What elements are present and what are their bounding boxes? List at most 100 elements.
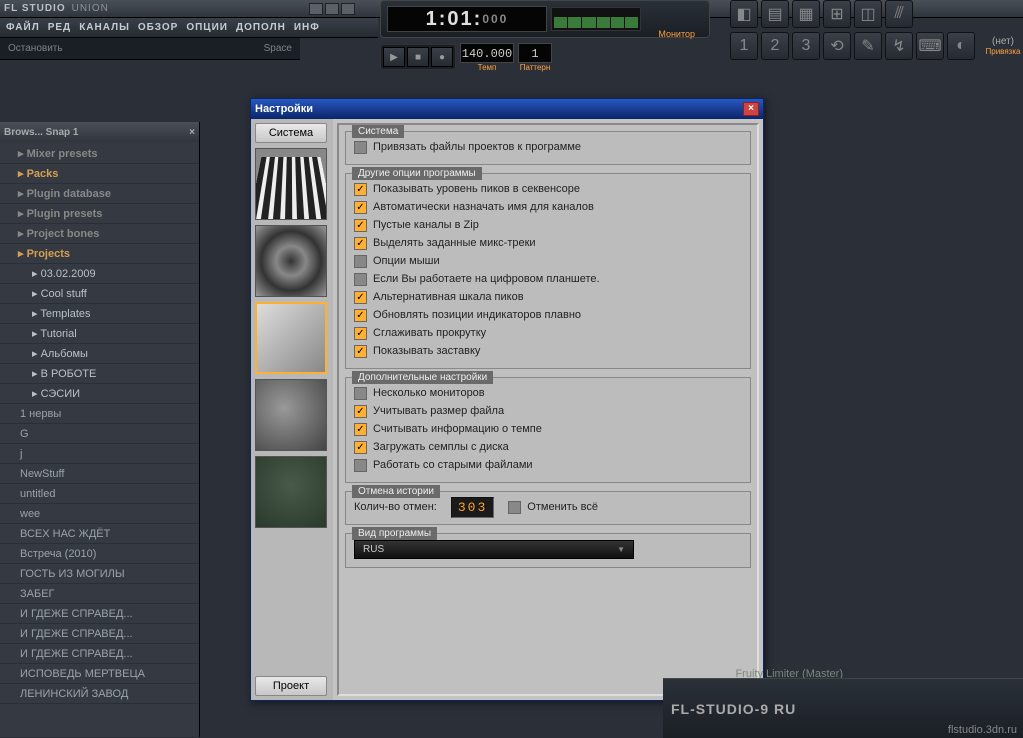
checkbox[interactable] [354,405,367,418]
menu-инф[interactable]: ИНФ [294,22,320,33]
menu-дополн[interactable]: ДОПОЛН [236,22,286,33]
checkbox[interactable] [354,309,367,322]
cat-general[interactable]: GENERAL [255,302,327,374]
checkbox[interactable] [354,273,367,286]
checkbox[interactable] [354,237,367,250]
tree-item[interactable]: ГОСТЬ ИЗ МОГИЛЫ [0,564,199,584]
mode-btn-7[interactable]: ⌨ [916,32,944,60]
check-label: Работать со старыми файлами [373,459,533,471]
browser-header[interactable]: Brows... Snap 1 × [0,122,199,142]
tree-item[interactable]: ▸ В РОБОТЕ [0,364,199,384]
mode-btn-6[interactable]: ↯ [885,32,913,60]
undo-all-checkbox[interactable] [508,501,521,514]
dialog-close-button[interactable]: × [743,102,759,116]
menu-обзор[interactable]: ОБЗОР [138,22,178,33]
tree-item[interactable]: ▸ Tutorial [0,324,199,344]
tool-btn-2[interactable]: ▤ [761,0,789,28]
check-label: Автоматически назначать имя для каналов [373,201,594,213]
tree-item[interactable]: 1 нервы [0,404,199,424]
check-label: Считывать информацию о темпе [373,423,542,435]
tree-item[interactable]: ▸ Mixer presets [0,144,199,164]
tool-btn-3[interactable]: ▦ [792,0,820,28]
tree-item[interactable]: wee [0,504,199,524]
checkbox[interactable] [354,141,367,154]
mode-btn-2[interactable]: 2 [761,32,789,60]
checkbox[interactable] [354,201,367,214]
tree-item[interactable]: ▸ Project bones [0,224,199,244]
menu-ред[interactable]: РЕД [48,22,71,33]
record-button[interactable]: ● [431,47,453,67]
mode-btn-4[interactable]: ⟲ [823,32,851,60]
tab-system[interactable]: Система [255,123,327,143]
browser-close-icon[interactable]: × [189,127,195,138]
browser-panel: Brows... Snap 1 × ▸ Mixer presets▸ Packs… [0,122,200,737]
close-button[interactable] [341,3,355,15]
menu-каналы[interactable]: КАНАЛЫ [79,22,130,33]
lang-combo[interactable]: RUS [354,540,634,559]
time-display[interactable]: 1:01:000 [387,6,547,32]
cat-audio[interactable]: AUDIO [255,225,327,297]
min-button[interactable] [309,3,323,15]
tab-project[interactable]: Проект [255,676,327,696]
tool-btn-1[interactable]: ◧ [730,0,758,28]
tree-item[interactable]: ▸ Templates [0,304,199,324]
tree-item[interactable]: ▸ 03.02.2009 [0,264,199,284]
tree-item[interactable]: ▸ Cool stuff [0,284,199,304]
tempo-display[interactable]: 140.000 [460,43,514,63]
tree-item[interactable]: ▸ Plugin database [0,184,199,204]
tree-item[interactable]: Встреча (2010) [0,544,199,564]
group-system-title: Система [352,125,404,138]
tree-item[interactable]: ▸ Projects [0,244,199,264]
toolbar-row: ▶ ■ ● 140.000 Темп 1 Паттерн [380,40,552,74]
tree-item[interactable]: ЛЕНИНСКИЙ ЗАВОД [0,684,199,704]
snap-value[interactable]: (нет) [978,36,1023,47]
checkbox[interactable] [354,345,367,358]
checkbox[interactable] [354,219,367,232]
undo-count-value[interactable]: 303 [451,497,494,518]
stop-button[interactable]: ■ [407,47,429,67]
checkbox[interactable] [354,441,367,454]
check-label: Загружать семплы с диска [373,441,509,453]
tree-item[interactable]: И ГДЕЖЕ СПРАВЕД... [0,604,199,624]
checkbox[interactable] [354,387,367,400]
mode-btn-1[interactable]: 1 [730,32,758,60]
tool-btn-5[interactable]: ◫ [854,0,882,28]
checkbox[interactable] [354,459,367,472]
play-button[interactable]: ▶ [383,47,405,67]
tree-item[interactable]: ▸ Plugin presets [0,204,199,224]
pattern-display[interactable]: 1 [518,43,552,63]
menu-файл[interactable]: ФАЙЛ [6,22,40,33]
tree-item[interactable]: NewStuff [0,464,199,484]
time-main: 1:01: [426,8,483,31]
mode-btn-3[interactable]: 3 [792,32,820,60]
tree-item[interactable]: untitled [0,484,199,504]
tree-item[interactable]: G [0,424,199,444]
cat-debug[interactable]: DEBUG [255,456,327,528]
tool-btn-6[interactable]: ⫻ [885,0,913,28]
checkbox[interactable] [354,327,367,340]
tree-item[interactable]: j [0,444,199,464]
mode-btn-5[interactable]: ✎ [854,32,882,60]
dialog-titlebar[interactable]: Настройки × [251,99,763,119]
max-button[interactable] [325,3,339,15]
tree-item[interactable]: ИСПОВЕДЬ МЕРТВЕЦА [0,664,199,684]
mode-btn-8[interactable]: ◐ [947,32,975,60]
checkbox[interactable] [354,183,367,196]
tree-item[interactable]: ЗАБЕГ [0,584,199,604]
menu-опции[interactable]: ОПЦИИ [186,22,228,33]
check-row: Работать со старыми файлами [354,456,742,474]
tree-item[interactable]: ▸ Packs [0,164,199,184]
tree-item[interactable]: ▸ СЭСИИ [0,384,199,404]
cat-midi[interactable]: MIDI [255,148,327,220]
cat-file[interactable]: FILE [255,379,327,451]
tree-item[interactable]: ▸ Альбомы [0,344,199,364]
tree-item[interactable]: ВСЕХ НАС ЖДЁТ [0,524,199,544]
tree-item[interactable]: И ГДЕЖЕ СПРАВЕД... [0,624,199,644]
checkbox[interactable] [354,291,367,304]
browser-title: Brows... Snap 1 [4,127,78,138]
tool-btn-4[interactable]: ⊞ [823,0,851,28]
checkbox[interactable] [354,255,367,268]
checkbox[interactable] [354,423,367,436]
tree-item[interactable]: И ГДЕЖЕ СПРАВЕД... [0,644,199,664]
time-ms: 000 [482,12,508,26]
